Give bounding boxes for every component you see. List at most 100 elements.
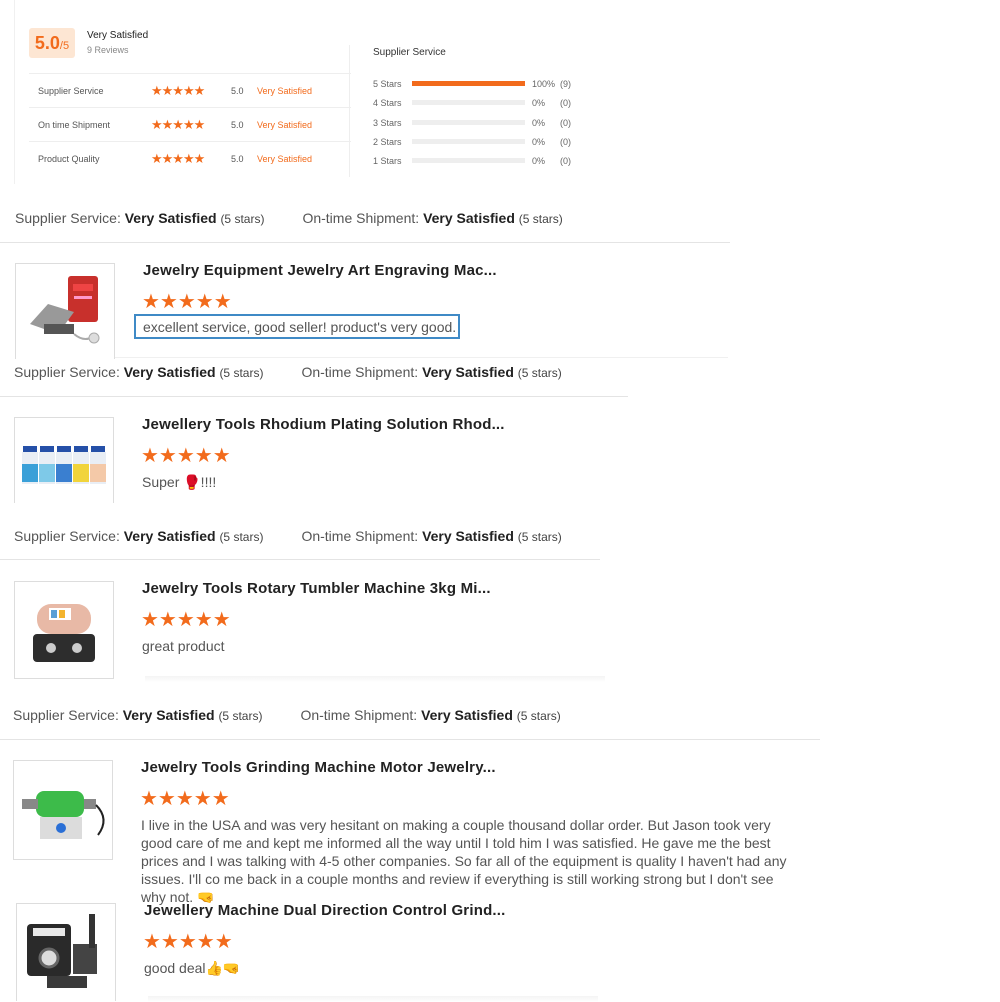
product-title-link[interactable]: Jewellery Machine Dual Direction Control…	[144, 902, 506, 919]
supplier-service-label: Supplier Service:	[14, 364, 120, 380]
star-rating: ★★★★★	[151, 83, 205, 98]
review-text: Super 🥊!!!!	[142, 474, 217, 490]
rating-score: 5.0	[231, 120, 244, 130]
overall-score-max: /5	[59, 40, 70, 52]
divider	[0, 242, 730, 243]
divider	[148, 996, 598, 1002]
review-star-rating: ★★★★★	[142, 291, 232, 313]
distribution-label: 5 Stars	[373, 79, 402, 89]
shipment-stars: (5 stars)	[516, 709, 561, 723]
review-count: 9 Reviews	[87, 45, 129, 55]
review-text: good deal👍🤜	[144, 960, 241, 976]
rating-row-label: On time Shipment	[38, 120, 111, 130]
distribution-percent: 0%	[532, 156, 546, 166]
vertical-divider	[349, 45, 350, 177]
review-star-rating: ★★★★★	[143, 931, 233, 953]
shipment-label: On-time Shipment:	[302, 210, 420, 226]
service-rating-line: Supplier Service: Very Satisfied (5 star…	[14, 364, 562, 380]
rating-text: Very Satisfied	[257, 86, 313, 96]
product-thumbnail[interactable]	[15, 263, 115, 359]
distribution-title: Supplier Service	[373, 47, 446, 58]
divider	[145, 676, 605, 682]
product-thumbnail[interactable]	[14, 417, 114, 503]
distribution-percent: 100%	[532, 79, 556, 89]
service-rating-line: Supplier Service: Very Satisfied (5 star…	[15, 210, 563, 226]
shipment-stars: (5 stars)	[518, 212, 563, 226]
product-thumbnail[interactable]	[13, 760, 113, 860]
shipment-value: Very Satisfied	[422, 528, 514, 544]
rating-row-label: Product Quality	[38, 154, 100, 164]
service-rating-line: Supplier Service: Very Satisfied (5 star…	[13, 707, 561, 723]
shipment-stars: (5 stars)	[517, 530, 562, 544]
review-star-rating: ★★★★★	[141, 609, 231, 631]
distribution-count: (0)	[560, 137, 571, 147]
supplier-service-stars: (5 stars)	[219, 366, 264, 380]
product-thumbnail[interactable]	[14, 581, 114, 679]
service-rating-line: Supplier Service: Very Satisfied (5 star…	[14, 528, 562, 544]
overall-score: 5.0	[34, 33, 60, 53]
review-star-rating: ★★★★★	[140, 788, 230, 810]
review-text: great product	[142, 638, 225, 654]
distribution-count: (9)	[560, 79, 571, 89]
distribution-count: (0)	[560, 156, 571, 166]
plating-solution-bottles-image	[22, 446, 106, 484]
distribution-bar-track	[412, 120, 525, 125]
rating-text: Very Satisfied	[257, 120, 313, 130]
grinding-machine-image	[22, 791, 105, 839]
supplier-service-value: Very Satisfied	[123, 364, 216, 380]
distribution-label: 1 Stars	[373, 156, 402, 166]
supplier-service-value: Very Satisfied	[124, 210, 217, 226]
distribution-bar-track	[412, 158, 525, 163]
supplier-service-stars: (5 stars)	[220, 212, 265, 226]
shipment-stars: (5 stars)	[517, 366, 562, 380]
supplier-service-stars: (5 stars)	[218, 709, 263, 723]
distribution-count: (0)	[560, 118, 571, 128]
rating-row-product-quality: Product Quality ★★★★★ 5.0 Very Satisfied	[29, 141, 351, 176]
dual-direction-control-image	[27, 914, 97, 988]
product-title-link[interactable]: Jewelry Tools Grinding Machine Motor Jew…	[141, 759, 496, 776]
rotary-tumbler-image	[33, 604, 95, 662]
supplier-service-value: Very Satisfied	[122, 707, 215, 723]
product-title-link[interactable]: Jewelry Equipment Jewelry Art Engraving …	[143, 262, 497, 279]
distribution-label: 3 Stars	[373, 118, 402, 128]
distribution-bar-track	[412, 139, 525, 144]
rating-score: 5.0	[231, 86, 244, 96]
distribution-label: 2 Stars	[373, 137, 402, 147]
product-title-link[interactable]: Jewelry Tools Rotary Tumbler Machine 3kg…	[142, 580, 491, 597]
supplier-service-label: Supplier Service:	[14, 528, 120, 544]
rating-row-label: Supplier Service	[38, 86, 104, 96]
divider	[0, 396, 628, 397]
rating-text: Very Satisfied	[257, 154, 313, 164]
supplier-service-value: Very Satisfied	[123, 528, 216, 544]
engraving-machine-image	[30, 276, 100, 344]
distribution-label: 4 Stars	[373, 98, 402, 108]
distribution-count: (0)	[560, 98, 571, 108]
overall-score-badge: 5.0/5	[29, 28, 75, 58]
rating-row-on-time-shipment: On time Shipment ★★★★★ 5.0 Very Satisfie…	[29, 107, 351, 142]
divider	[0, 559, 600, 560]
rating-row-supplier-service: Supplier Service ★★★★★ 5.0 Very Satisfie…	[29, 73, 351, 108]
rating-score: 5.0	[231, 154, 244, 164]
shipment-label: On-time Shipment:	[301, 528, 419, 544]
star-rating: ★★★★★	[151, 151, 205, 166]
supplier-service-label: Supplier Service:	[13, 707, 119, 723]
distribution-bar-track	[412, 81, 525, 86]
rating-summary-panel: 5.0/5 Very Satisfied 9 Reviews Supplier …	[14, 0, 615, 184]
divider	[0, 739, 820, 740]
supplier-service-label: Supplier Service:	[15, 210, 121, 226]
shipment-value: Very Satisfied	[422, 364, 514, 380]
review-star-rating: ★★★★★	[141, 445, 231, 467]
distribution-bar-fill	[412, 81, 525, 86]
distribution-bar-track	[412, 100, 525, 105]
shipment-label: On-time Shipment:	[300, 707, 418, 723]
shipment-label: On-time Shipment:	[301, 364, 419, 380]
divider	[115, 357, 728, 358]
distribution-percent: 0%	[532, 118, 546, 128]
product-title-link[interactable]: Jewellery Tools Rhodium Plating Solution…	[142, 416, 505, 433]
shipment-value: Very Satisfied	[423, 210, 515, 226]
review-text: I live in the USA and was very hesitant …	[141, 817, 787, 905]
product-thumbnail[interactable]	[16, 903, 116, 1001]
supplier-service-stars: (5 stars)	[219, 530, 264, 544]
distribution-percent: 0%	[532, 98, 546, 108]
overall-rating-label: Very Satisfied	[87, 30, 149, 41]
